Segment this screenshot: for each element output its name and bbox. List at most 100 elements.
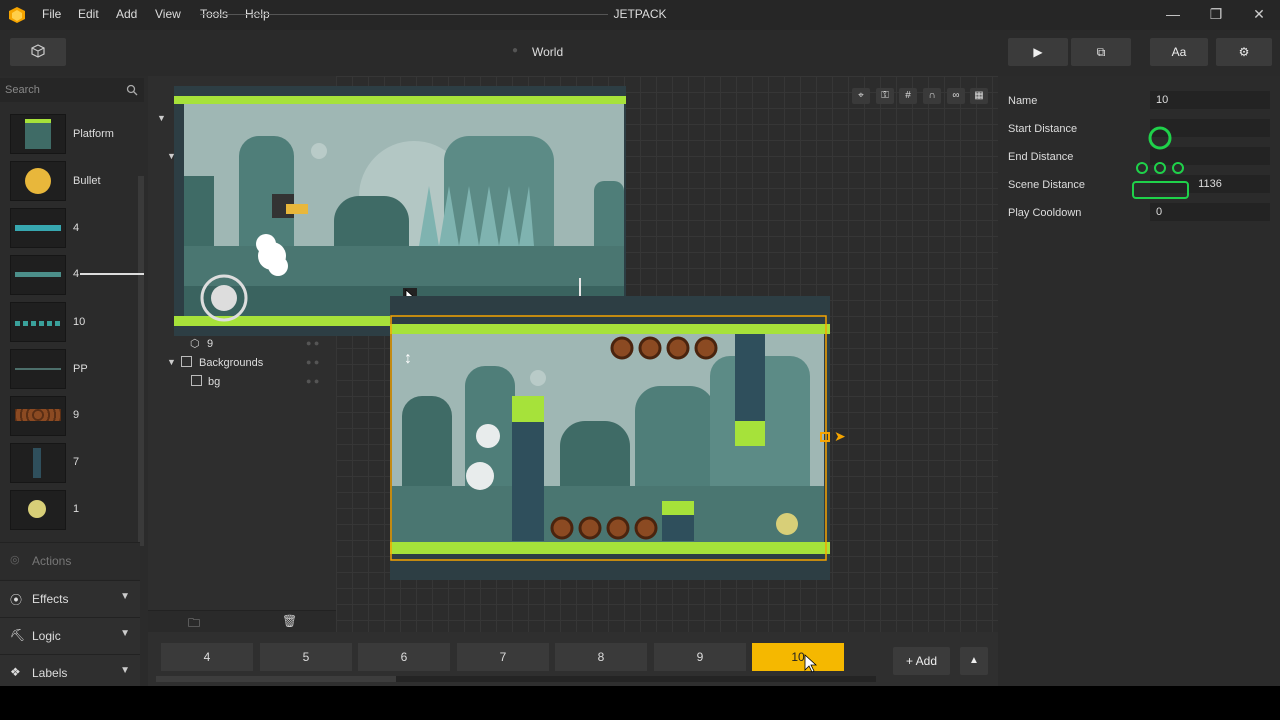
asset-thumb-1[interactable] xyxy=(10,490,66,530)
scene-distance-label: Scene Distance xyxy=(1008,179,1086,191)
minimize-icon[interactable]: — xyxy=(1158,4,1188,24)
effects-section[interactable]: ⦿ Effects ▼ xyxy=(0,580,140,617)
effects-label: Effects xyxy=(32,592,69,606)
asset-thumb-pp[interactable] xyxy=(10,349,66,389)
trash-icon[interactable]: 🗑 xyxy=(282,614,297,628)
tree-item-backgrounds[interactable]: Backgrounds xyxy=(199,357,263,369)
object-icon: ⬡ xyxy=(190,338,200,350)
play-icon: ▶ xyxy=(1033,45,1043,59)
hierarchy-icon xyxy=(31,44,45,58)
asset-thumb-7[interactable] xyxy=(10,443,66,483)
app-logo-icon xyxy=(9,7,25,23)
actions-section[interactable]: ◎ Actions xyxy=(0,542,140,579)
start-distance-label: Start Distance xyxy=(1008,123,1078,135)
vertical-resize-icon: ↕ xyxy=(404,350,412,367)
scene-10-frame[interactable] xyxy=(390,296,830,580)
scene-tab-6[interactable]: 6 xyxy=(358,643,450,671)
chevron-down-icon: ▼ xyxy=(120,591,130,602)
export-button[interactable]: ⧉ xyxy=(1071,38,1131,66)
snap-icon[interactable]: ▦ xyxy=(970,88,988,104)
asset-thumb-10[interactable] xyxy=(10,302,66,342)
asset-label: Bullet xyxy=(73,175,101,187)
bottom-strip xyxy=(0,686,1280,720)
scene-tab-5[interactable]: 5 xyxy=(260,643,352,671)
play-cooldown-field[interactable]: 0 xyxy=(1150,203,1270,221)
menu-add[interactable]: Add xyxy=(116,7,137,21)
drag-line xyxy=(80,273,144,275)
font-button-label: Aa xyxy=(1171,45,1187,59)
share-icon: ⧉ xyxy=(1096,45,1106,59)
play-button[interactable]: ▶ xyxy=(1008,38,1068,66)
logic-section[interactable]: ⛏ Logic ▼ xyxy=(0,617,140,654)
actions-icon: ◎ xyxy=(10,554,20,566)
chevron-up-icon: ▲ xyxy=(969,655,979,666)
menu-edit[interactable]: Edit xyxy=(78,7,99,21)
scene-tab-8[interactable]: 8 xyxy=(555,643,647,671)
asset-label: 9 xyxy=(73,409,80,421)
menu-file[interactable]: File xyxy=(42,7,61,21)
tree-footer xyxy=(148,610,336,633)
font-button[interactable]: Aa xyxy=(1150,38,1208,66)
scene-tab-7[interactable]: 7 xyxy=(457,643,549,671)
tree-item-9[interactable]: 9 xyxy=(207,338,213,350)
asset-label: 4 xyxy=(73,268,80,280)
lock-icon[interactable]: ⚿ xyxy=(876,88,894,104)
hierarchy-button[interactable] xyxy=(10,38,66,66)
asset-scrollbar[interactable] xyxy=(138,176,144,546)
search-bar[interactable]: Search xyxy=(0,78,144,102)
title-divider xyxy=(200,14,608,15)
asset-label: 7 xyxy=(73,456,80,468)
asset-thumb-9[interactable] xyxy=(10,396,66,436)
recording-overlay-icon xyxy=(1132,126,1189,199)
fit-icon[interactable]: ⌖ xyxy=(852,88,870,104)
title-bar: File Edit Add View Tools Help JETPACK — … xyxy=(0,0,1280,30)
end-distance-label: End Distance xyxy=(1008,151,1074,163)
visibility-dots-icon[interactable]: ● ● xyxy=(306,357,319,367)
labels-label: Labels xyxy=(32,666,68,680)
visibility-dots-icon[interactable]: ● ● xyxy=(306,376,319,386)
settings-button[interactable]: ⚙ xyxy=(1216,38,1272,66)
search-icon[interactable] xyxy=(126,84,138,96)
scene-scrollbar[interactable] xyxy=(156,676,876,682)
actions-label: Actions xyxy=(32,554,72,568)
arrow-right-icon[interactable]: ➤ xyxy=(834,428,846,445)
world-icon: ● xyxy=(512,45,519,56)
close-icon[interactable]: ✕ xyxy=(1244,4,1274,24)
tag-icon: ❖ xyxy=(10,665,21,679)
visibility-dots-icon[interactable]: ● ● xyxy=(306,338,319,348)
effects-icon: ⦿ xyxy=(10,593,23,607)
tree-item-bg[interactable]: bg xyxy=(208,376,220,388)
magnet-icon[interactable]: ∩ xyxy=(923,88,941,104)
asset-thumb-4b[interactable] xyxy=(10,255,66,295)
add-scene-label: Add xyxy=(915,654,938,668)
chevron-down-icon: ▼ xyxy=(120,628,130,639)
expand-arrow-icon[interactable]: ▼ xyxy=(157,113,166,123)
grid-icon[interactable]: # xyxy=(899,88,917,104)
play-cooldown-label: Play Cooldown xyxy=(1008,207,1082,219)
asset-thumb-platform[interactable] xyxy=(10,114,66,154)
name-field[interactable]: 10 xyxy=(1150,91,1270,109)
resize-handle[interactable] xyxy=(820,432,830,442)
asset-thumb-4[interactable] xyxy=(10,208,66,248)
toolbar: ● World ▶ ⧉ Aa ⚙ xyxy=(0,30,1280,76)
menu-view[interactable]: View xyxy=(155,7,181,21)
asset-label: 4 xyxy=(73,222,80,234)
plus-icon: + xyxy=(905,654,913,668)
world-label[interactable]: World xyxy=(532,45,563,59)
scene-tab-4[interactable]: 4 xyxy=(161,643,253,671)
expand-up-button[interactable]: ▲ xyxy=(960,647,988,675)
asset-thumb-bullet[interactable] xyxy=(10,161,66,201)
restore-icon[interactable]: ❐ xyxy=(1201,4,1231,24)
logic-label: Logic xyxy=(32,629,61,643)
chevron-down-icon: ▼ xyxy=(120,665,130,676)
search-input[interactable]: Search xyxy=(5,84,40,96)
asset-label: 1 xyxy=(73,503,80,515)
add-scene-button[interactable]: + Add xyxy=(893,647,950,675)
expand-arrow-icon[interactable]: ▼ xyxy=(167,357,176,367)
scene-tab-9[interactable]: 9 xyxy=(654,643,746,671)
link-icon[interactable]: ∞ xyxy=(947,88,965,104)
layer-icon xyxy=(181,356,192,367)
logic-icon: ⛏ xyxy=(10,628,26,642)
asset-label: PP xyxy=(73,363,88,375)
scene-tab-10[interactable]: 10 xyxy=(752,643,844,671)
